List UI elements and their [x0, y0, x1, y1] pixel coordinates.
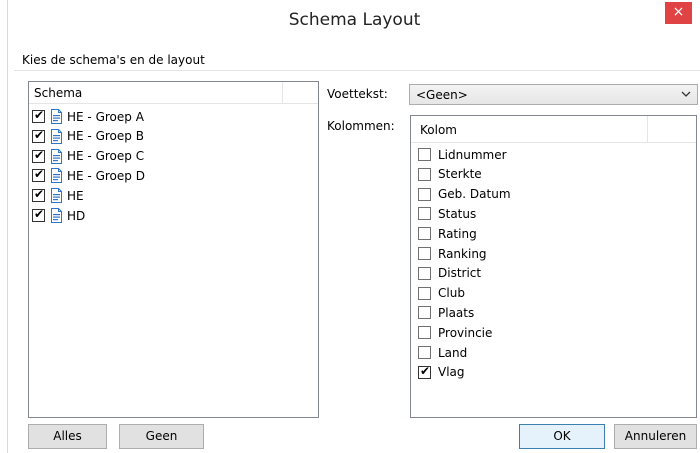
checkmark-icon: ✔ [419, 363, 431, 378]
kolom-column-header[interactable]: Kolom [420, 123, 457, 137]
checkbox[interactable] [418, 227, 431, 241]
checkmark-icon: ✔ [33, 207, 45, 221]
kolom-row[interactable]: Land [418, 343, 467, 362]
checkbox[interactable]: ✔ [32, 108, 45, 123]
close-button[interactable]: × [665, 2, 692, 24]
title-bar: Schema Layout × [9, 0, 700, 44]
schema-list[interactable]: Schema ✔ HE - Groep A ✔ HE - Groep B ✔ HE - G… [28, 81, 319, 418]
schema-list-header: Schema [29, 82, 318, 104]
checkbox[interactable]: ✔ [32, 207, 45, 222]
schema-layout-dialog: Schema Layout × Kies de schema's en de l… [0, 0, 700, 453]
checkbox[interactable]: ✔ [32, 187, 45, 203]
kolom-item-label: Vlag [438, 365, 465, 380]
kolom-row[interactable]: District [418, 264, 481, 283]
schema-row[interactable]: ✔ HE - Groep A [32, 107, 144, 126]
checkbox[interactable] [418, 207, 431, 221]
kolom-row[interactable]: Geb. Datum [418, 185, 511, 204]
checkbox[interactable]: ✔ [32, 147, 45, 163]
checkmark-icon: ✔ [33, 147, 45, 162]
kolom-item-label: Ranking [438, 246, 487, 261]
column-divider [282, 82, 283, 103]
checkbox[interactable]: ✔ [32, 127, 45, 143]
checkmark-icon: ✔ [33, 127, 45, 142]
schema-item-label: HE - Groep D [67, 168, 145, 183]
schema-column-header[interactable]: Schema [34, 86, 82, 100]
chevron-down-icon [681, 91, 691, 97]
checkbox[interactable] [418, 326, 431, 340]
schema-item-label: HE - Groep C [67, 149, 145, 164]
document-icon [50, 148, 63, 164]
kolom-item-label: Land [438, 345, 468, 360]
schema-row[interactable]: ✔ HE - Groep D [32, 166, 145, 185]
checkbox[interactable] [418, 187, 431, 201]
voettekst-value: <Geen> [416, 88, 468, 102]
voettekst-label: Voettekst: [327, 87, 388, 101]
checkbox[interactable] [418, 247, 431, 260]
kolom-row[interactable]: ✔ Vlag [418, 363, 465, 382]
geen-button[interactable]: Geen [119, 424, 204, 449]
kolom-row[interactable]: Provincie [418, 323, 492, 342]
kolom-item-label: Club [438, 286, 465, 301]
kolom-item-label: Status [438, 206, 477, 221]
kolom-item-label: District [438, 266, 482, 281]
checkmark-icon: ✔ [33, 187, 45, 202]
schema-row[interactable]: ✔ HE - Groep B [32, 127, 144, 146]
column-divider [647, 116, 648, 142]
kolom-item-label: Sterkte [438, 167, 482, 182]
schema-row[interactable]: ✔ HE - Groep C [32, 147, 144, 166]
divider [14, 70, 700, 71]
schema-item-label: HE [67, 188, 84, 203]
checkbox[interactable] [418, 306, 431, 320]
schema-row[interactable]: ✔ HD [32, 206, 85, 225]
checkmark-icon: ✔ [33, 167, 45, 182]
kolom-item-label: Lidnummer [438, 147, 507, 162]
document-icon [50, 188, 63, 204]
schema-row[interactable]: ✔ HE [32, 186, 84, 205]
kolom-item-label: Geb. Datum [438, 187, 511, 202]
window-title: Schema Layout [288, 10, 421, 30]
schema-item-label: HE - Groep B [67, 129, 144, 144]
kolom-item-label: Plaats [438, 305, 475, 320]
kolommen-list[interactable]: Kolom Lidnummer Sterkte Geb. Datum Status Ra… [410, 115, 697, 418]
checkbox[interactable]: ✔ [32, 167, 45, 183]
kolom-item-label: Provincie [438, 325, 493, 340]
annuleren-button[interactable]: Annuleren [614, 424, 697, 449]
kolom-list-header: Kolom [411, 116, 696, 143]
close-icon: × [672, 4, 685, 20]
document-icon [50, 168, 63, 184]
kolom-row[interactable]: Rating [418, 224, 477, 243]
kolom-row[interactable]: Sterkte [418, 165, 482, 184]
document-icon [50, 208, 63, 223]
alles-button[interactable]: Alles [28, 424, 107, 449]
kolommen-label: Kolommen: [327, 119, 395, 133]
kolom-item-label: Rating [438, 226, 477, 241]
kolom-row[interactable]: Lidnummer [418, 145, 507, 164]
checkbox[interactable] [418, 167, 431, 181]
window-edge [0, 0, 8, 453]
document-icon [50, 109, 63, 124]
checkbox[interactable]: ✔ [418, 363, 431, 379]
kolom-row[interactable]: Ranking [418, 244, 487, 263]
dialog-subtitle: Kies de schema's en de layout [22, 53, 205, 67]
checkbox[interactable] [418, 148, 431, 161]
checkbox[interactable] [418, 286, 431, 300]
checkbox[interactable] [418, 266, 431, 280]
kolom-row[interactable]: Club [418, 284, 465, 303]
voettekst-dropdown[interactable]: <Geen> [409, 84, 698, 105]
checkbox[interactable] [418, 346, 431, 359]
schema-item-label: HE - Groep A [67, 109, 144, 124]
kolom-row[interactable]: Status [418, 204, 476, 223]
kolom-row[interactable]: Plaats [418, 303, 474, 322]
ok-button[interactable]: OK [519, 424, 605, 449]
checkmark-icon: ✔ [33, 108, 45, 122]
document-icon [50, 128, 63, 144]
schema-item-label: HD [67, 208, 86, 223]
